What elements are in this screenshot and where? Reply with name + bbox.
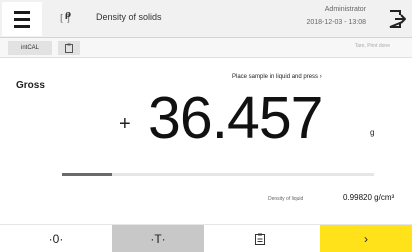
logout-button[interactable]	[388, 9, 407, 29]
intcal-button[interactable]: intCAL	[8, 41, 52, 55]
next-button[interactable]: ›	[320, 225, 412, 252]
clipboard-icon	[65, 43, 73, 53]
weight-value: 36.457	[148, 85, 323, 151]
logout-icon	[389, 10, 407, 28]
weight-unit: g	[370, 128, 375, 137]
user-name: Administrator	[324, 6, 366, 13]
hamburger-menu-icon	[14, 10, 30, 14]
instruction-text: Place sample in liquid and press ›	[232, 74, 322, 80]
header: [ ] ρ Density of solids Administrator 20…	[0, 0, 412, 38]
menu-button[interactable]	[2, 2, 42, 36]
density-icon: [ ] ρ	[60, 8, 82, 30]
tare-button[interactable]: ·T·	[112, 225, 204, 252]
clipboard-button[interactable]	[58, 41, 80, 55]
print-button[interactable]	[212, 225, 308, 252]
datetime: 2018-12-03 - 13:08	[306, 19, 366, 26]
status-note: Tare, Print done	[354, 43, 390, 49]
bottom-action-bar: ·0· ·T· ›	[0, 224, 412, 252]
density-icon-symbol: ρ	[65, 10, 71, 20]
weighing-progress-bar	[62, 173, 374, 176]
app-title: Density of solids	[96, 12, 162, 22]
print-icon	[255, 233, 265, 245]
toolbar: intCAL Tare, Print done	[0, 38, 412, 58]
density-value: 0.99820 g/cm³	[343, 193, 395, 202]
zero-button[interactable]: ·0·	[8, 225, 104, 252]
weight-sign: +	[119, 113, 131, 135]
density-label: Density of liquid	[268, 196, 304, 202]
result-label: Gross	[16, 80, 45, 91]
chevron-right-icon: ›	[319, 74, 322, 80]
progress-fill	[62, 173, 112, 176]
instruction-label: Place sample in liquid and press	[232, 74, 319, 80]
